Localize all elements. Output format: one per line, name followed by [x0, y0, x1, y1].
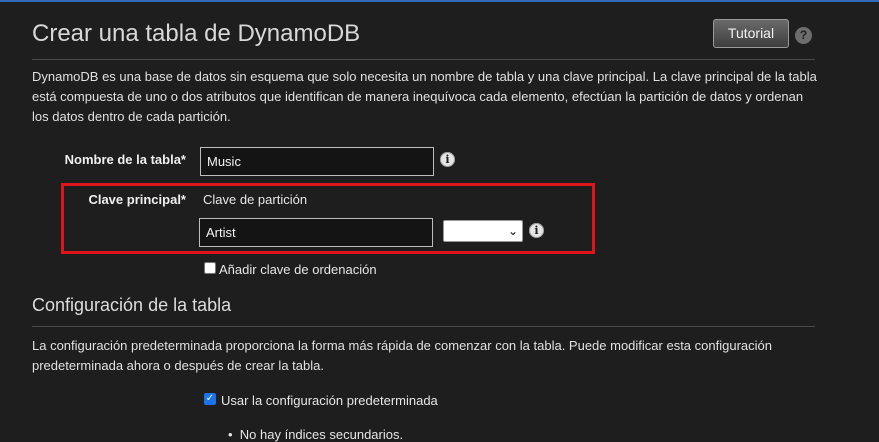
header-divider — [32, 59, 815, 60]
table-name-info-icon[interactable]: i — [440, 152, 455, 167]
sort-key-checkbox[interactable] — [204, 262, 216, 274]
intro-description: DynamoDB es una base de datos sin esquem… — [32, 69, 817, 124]
page-title: Crear una tabla de DynamoDB — [32, 20, 361, 47]
table-name-label: Nombre de la tabla* — [64, 152, 186, 167]
partition-key-label: Clave de partición — [203, 192, 308, 207]
table-name-input[interactable] — [200, 147, 434, 176]
partition-key-type-select[interactable]: ⌄ — [443, 220, 523, 242]
use-defaults-label[interactable]: Usar la configuración predeterminada — [221, 393, 438, 408]
use-defaults-checkbox[interactable]: ✓ — [204, 393, 216, 405]
help-icon[interactable]: ? — [795, 27, 812, 44]
list-item: • No hay índices secundarios. — [228, 427, 404, 442]
primary-key-label: Clave principal* — [88, 192, 186, 207]
partition-key-input[interactable] — [199, 218, 433, 247]
table-settings-description: La configuración predeterminada proporci… — [32, 338, 772, 373]
top-accent-line — [0, 0, 879, 2]
chevron-down-icon: ⌄ — [507, 224, 518, 238]
settings-divider — [32, 326, 815, 327]
tutorial-button[interactable]: Tutorial — [713, 19, 789, 48]
table-settings-title: Configuración de la tabla — [32, 295, 232, 315]
partition-key-info-icon[interactable]: i — [529, 223, 544, 238]
bullet-text: No hay índices secundarios. — [239, 427, 404, 442]
sort-key-checkbox-label[interactable]: Añadir clave de ordenación — [219, 262, 377, 277]
